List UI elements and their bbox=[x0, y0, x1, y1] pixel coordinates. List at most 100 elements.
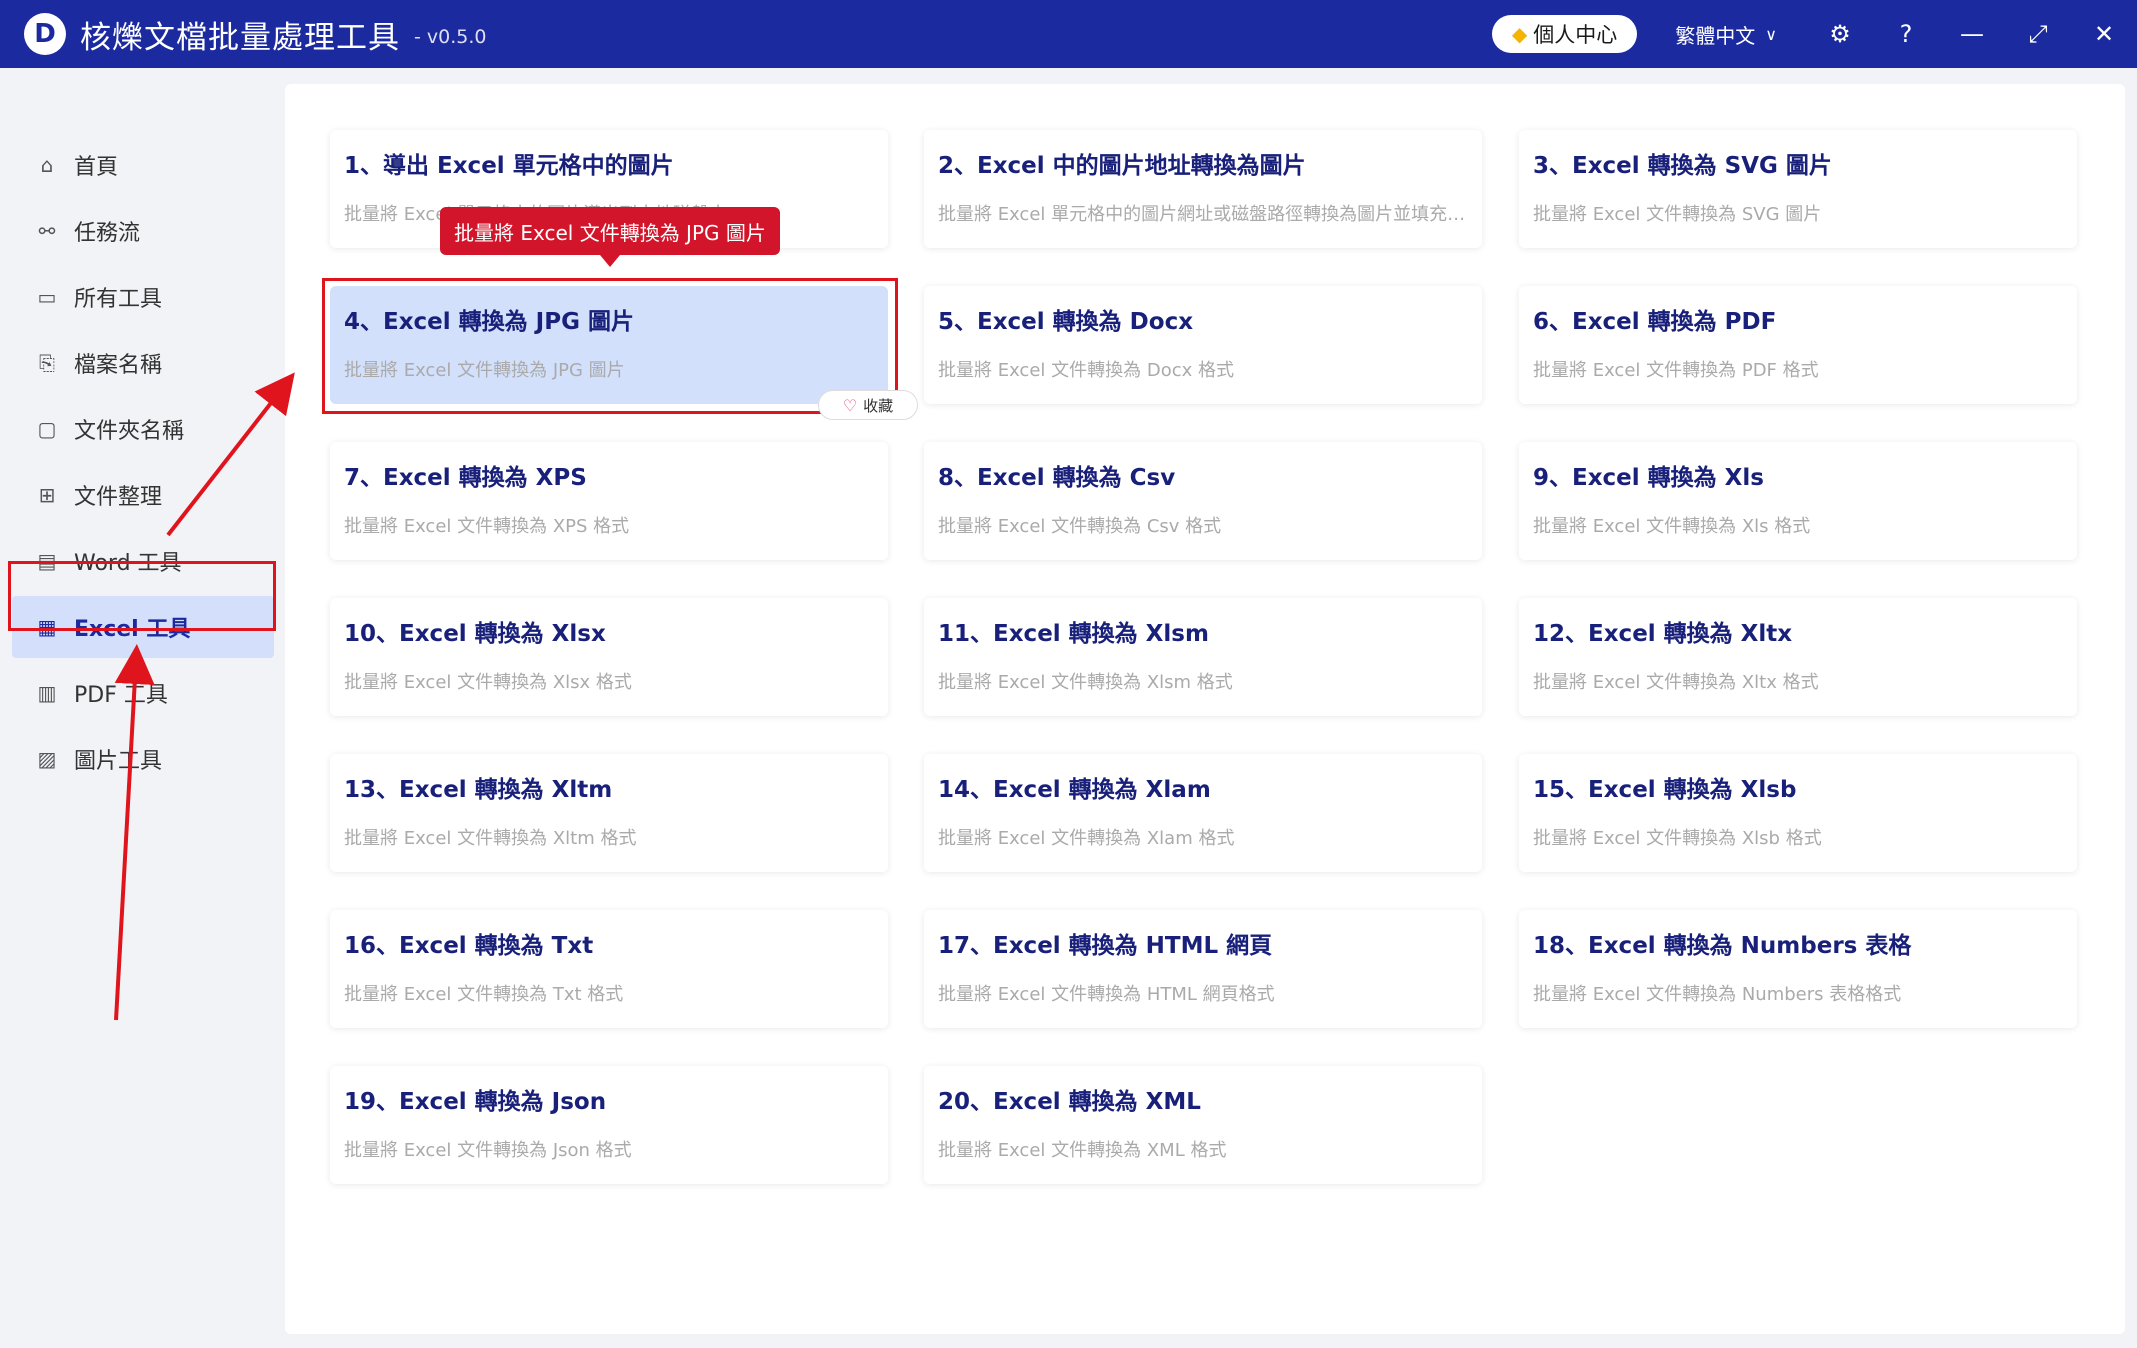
tool-card-description: 批量將 Excel 文件轉換為 Xlsb 格式 bbox=[1533, 828, 1822, 849]
app-title: 核爍文檔批量處理工具 bbox=[80, 19, 400, 56]
tool-card-description: 批量將 Excel 文件轉換為 PDF 格式 bbox=[1533, 360, 1819, 381]
tooltip: 批量將 Excel 文件轉換為 JPG 圖片 bbox=[440, 207, 780, 267]
tool-card-description: 批量將 Excel 文件轉換為 HTML 網頁格式 bbox=[938, 984, 1275, 1005]
tool-card-title: 18、Excel 轉換為 Numbers 表格 bbox=[1533, 933, 1912, 959]
tool-card-description: 批量將 Excel 文件轉換為 Xlam 格式 bbox=[938, 828, 1235, 849]
tool-card[interactable]: 5、Excel 轉換為 Docx 批量將 Excel 文件轉換為 Docx 格式 bbox=[924, 286, 1482, 404]
tool-card[interactable]: 18、Excel 轉換為 Numbers 表格批量將 Excel 文件轉換為 N… bbox=[1519, 910, 2077, 1028]
tool-card[interactable]: 20、Excel 轉換為 XML 批量將 Excel 文件轉換為 XML 格式 bbox=[924, 1066, 1482, 1184]
tool-card-title: 7、Excel 轉換為 XPS bbox=[344, 465, 587, 491]
tool-card-title: 15、Excel 轉換為 Xlsb bbox=[1533, 777, 1797, 803]
sidebar-item-2[interactable]: ▭ 所有工具 bbox=[12, 266, 274, 328]
help-icon[interactable]: ? bbox=[1873, 20, 1939, 48]
tool-card[interactable]: 10、Excel 轉換為 Xlsx 批量將 Excel 文件轉換為 Xlsx 格式 bbox=[330, 598, 888, 716]
scrollbar[interactable] bbox=[2127, 68, 2137, 1348]
tool-card[interactable]: 19、Excel 轉換為 Json 批量將 Excel 文件轉換為 Json 格式 bbox=[330, 1066, 888, 1184]
sidebar-item-1[interactable]: ⚯ 任務流 bbox=[12, 200, 274, 262]
tool-card-description: 批量將 Excel 文件轉換為 Xlsm 格式 bbox=[938, 672, 1233, 693]
image-icon: ▨ bbox=[37, 747, 57, 771]
language-select[interactable]: 繁體中文 ∨ bbox=[1675, 20, 1777, 49]
tool-card[interactable]: 9、Excel 轉換為 Xls 批量將 Excel 文件轉換為 Xls 格式 bbox=[1519, 442, 2077, 560]
tool-card-title: 3、Excel 轉換為 SVG 圖片 bbox=[1533, 153, 1832, 179]
favorite-button[interactable]: ♡ 收藏 bbox=[818, 390, 918, 420]
heart-icon: ♡ bbox=[842, 395, 858, 415]
tool-card-description: 批量將 Excel 文件轉換為 Xltm 格式 bbox=[344, 828, 637, 849]
tool-card[interactable]: 2、Excel 中的圖片地址轉換為圖片批量將 Excel 單元格中的圖片網址或磁… bbox=[924, 130, 1482, 248]
tool-card[interactable]: 14、Excel 轉換為 Xlam 批量將 Excel 文件轉換為 Xlam 格式 bbox=[924, 754, 1482, 872]
tool-card-description: 批量將 Excel 文件轉換為 Txt 格式 bbox=[344, 984, 624, 1005]
tool-card[interactable]: 15、Excel 轉換為 Xlsb 批量將 Excel 文件轉換為 Xlsb 格式 bbox=[1519, 754, 2077, 872]
tool-card[interactable]: 6、Excel 轉換為 PDF 批量將 Excel 文件轉換為 PDF 格式 bbox=[1519, 286, 2077, 404]
tool-card-description: 批量將 Excel 文件轉換為 Xltx 格式 bbox=[1533, 672, 1819, 693]
tool-card-title: 16、Excel 轉換為 Txt bbox=[344, 933, 594, 959]
tool-card-title: 17、Excel 轉換為 HTML 網頁 bbox=[938, 933, 1273, 959]
tool-card-description: 批量將 Excel 單元格中的圖片網址或磁盤路徑轉換為圖片並填充到... bbox=[938, 204, 1468, 225]
personal-center-button[interactable]: ◆ 個人中心 bbox=[1491, 15, 1638, 53]
sidebar-item-3[interactable]: ⎘ 檔案名稱 bbox=[12, 332, 274, 394]
diamond-icon: ◆ bbox=[1511, 22, 1528, 46]
organize-icon: ⊞ bbox=[38, 483, 56, 507]
home-icon: ⌂ bbox=[40, 153, 54, 177]
sidebar-item-label: 圖片工具 bbox=[74, 749, 163, 774]
settings-gear-icon[interactable]: ⚙ bbox=[1807, 20, 1873, 48]
sidebar-item-label: 文件夾名稱 bbox=[74, 419, 185, 444]
sidebar-item-9[interactable]: ▨ 圖片工具 bbox=[12, 728, 274, 790]
tool-card-title: 1、導出 Excel 單元格中的圖片 bbox=[344, 153, 674, 179]
minimize-icon[interactable]: — bbox=[1939, 20, 2005, 48]
monitor-icon: ▭ bbox=[37, 285, 57, 309]
app-logo-icon: D bbox=[24, 13, 66, 55]
chevron-down-icon: ∨ bbox=[1765, 24, 1777, 44]
app-version: - v0.5.0 bbox=[414, 26, 487, 48]
tool-card-description: 批量將 Excel 文件轉換為 Numbers 表格格式 bbox=[1533, 984, 1902, 1005]
sidebar-item-0[interactable]: ⌂ 首頁 bbox=[12, 134, 274, 196]
sidebar-highlight-box bbox=[8, 561, 276, 631]
tool-card-description: 批量將 Excel 文件轉換為 Xls 格式 bbox=[1533, 516, 1811, 537]
title-bar: D 核爍文檔批量處理工具 - v0.5.0 ◆ 個人中心 繁體中文 ∨ ⚙ ? … bbox=[0, 0, 2137, 68]
tool-card-description: 批量將 Excel 文件轉換為 Docx 格式 bbox=[938, 360, 1234, 381]
workflow-icon: ⚯ bbox=[38, 219, 56, 243]
tool-card-title: 2、Excel 中的圖片地址轉換為圖片 bbox=[938, 153, 1306, 179]
tool-card[interactable]: 17、Excel 轉換為 HTML 網頁批量將 Excel 文件轉換為 HTML… bbox=[924, 910, 1482, 1028]
sidebar-item-label: 所有工具 bbox=[74, 287, 163, 312]
sidebar-item-label: 檔案名稱 bbox=[74, 353, 163, 378]
tool-card[interactable]: 7、Excel 轉換為 XPS 批量將 Excel 文件轉換為 XPS 格式 bbox=[330, 442, 888, 560]
sidebar-item-5[interactable]: ⊞ 文件整理 bbox=[12, 464, 274, 526]
tool-card-description: 批量將 Excel 文件轉換為 Csv 格式 bbox=[938, 516, 1222, 537]
sidebar: ⌂ 首頁 ⚯ 任務流 ▭ 所有工具 ⎘ 檔案名稱 ▢ 文件夾名稱 ⊞ 文件整理 ▤ Word 工具 ▦ Exc… bbox=[0, 68, 285, 1348]
tool-card[interactable]: 16、Excel 轉換為 Txt 批量將 Excel 文件轉換為 Txt 格式 bbox=[330, 910, 888, 1028]
card-highlight-box bbox=[322, 278, 898, 414]
tool-card-title: 10、Excel 轉換為 Xlsx bbox=[344, 621, 606, 647]
sidebar-item-label: 首頁 bbox=[74, 155, 119, 180]
tool-card[interactable]: 11、Excel 轉換為 Xlsm 批量將 Excel 文件轉換為 Xlsm 格式 bbox=[924, 598, 1482, 716]
close-icon[interactable]: ✕ bbox=[2071, 20, 2137, 48]
folder-icon: ▢ bbox=[37, 417, 57, 441]
tool-card-title: 8、Excel 轉換為 Csv bbox=[938, 465, 1176, 491]
sidebar-item-4[interactable]: ▢ 文件夾名稱 bbox=[12, 398, 274, 460]
tool-card-title: 13、Excel 轉換為 Xltm bbox=[344, 777, 613, 803]
tool-card-description: 批量將 Excel 文件轉換為 SVG 圖片 bbox=[1533, 204, 1822, 225]
sidebar-item-8[interactable]: ▥ PDF 工具 bbox=[12, 662, 274, 724]
tool-card-title: 20、Excel 轉換為 XML bbox=[938, 1089, 1201, 1115]
tool-card[interactable]: 12、Excel 轉換為 Xltx 批量將 Excel 文件轉換為 Xltx 格式 bbox=[1519, 598, 2077, 716]
sidebar-item-label: 文件整理 bbox=[74, 485, 163, 510]
favorite-label: 收藏 bbox=[863, 396, 894, 415]
tool-card[interactable]: 13、Excel 轉換為 Xltm 批量將 Excel 文件轉換為 Xltm 格式 bbox=[330, 754, 888, 872]
file-copy-icon: ⎘ bbox=[39, 351, 55, 375]
tool-card-title: 12、Excel 轉換為 Xltx bbox=[1533, 621, 1793, 647]
tool-card[interactable]: 3、Excel 轉換為 SVG 圖片批量將 Excel 文件轉換為 SVG 圖片 bbox=[1519, 130, 2077, 248]
personal-center-label: 個人中心 bbox=[1533, 23, 1618, 47]
sidebar-item-label: PDF 工具 bbox=[74, 683, 168, 708]
tool-card[interactable]: 8、Excel 轉換為 Csv 批量將 Excel 文件轉換為 Csv 格式 bbox=[924, 442, 1482, 560]
tool-card-title: 14、Excel 轉換為 Xlam bbox=[938, 777, 1211, 803]
language-label: 繁體中文 bbox=[1675, 23, 1756, 48]
maximize-icon[interactable]: ⤢ bbox=[2005, 20, 2071, 48]
tool-card-title: 11、Excel 轉換為 Xlsm bbox=[938, 621, 1209, 647]
tool-card-title: 6、Excel 轉換為 PDF bbox=[1533, 309, 1777, 335]
tool-card-title: 5、Excel 轉換為 Docx bbox=[938, 309, 1194, 335]
tool-card-description: 批量將 Excel 文件轉換為 XPS 格式 bbox=[344, 516, 630, 537]
tool-card-description: 批量將 Excel 文件轉換為 Xlsx 格式 bbox=[344, 672, 632, 693]
tool-card-title: 19、Excel 轉換為 Json bbox=[344, 1089, 607, 1115]
sidebar-item-label: 任務流 bbox=[74, 221, 141, 246]
tool-card-description: 批量將 Excel 文件轉換為 XML 格式 bbox=[938, 1140, 1227, 1161]
tool-card-title: 9、Excel 轉換為 Xls bbox=[1533, 465, 1764, 491]
